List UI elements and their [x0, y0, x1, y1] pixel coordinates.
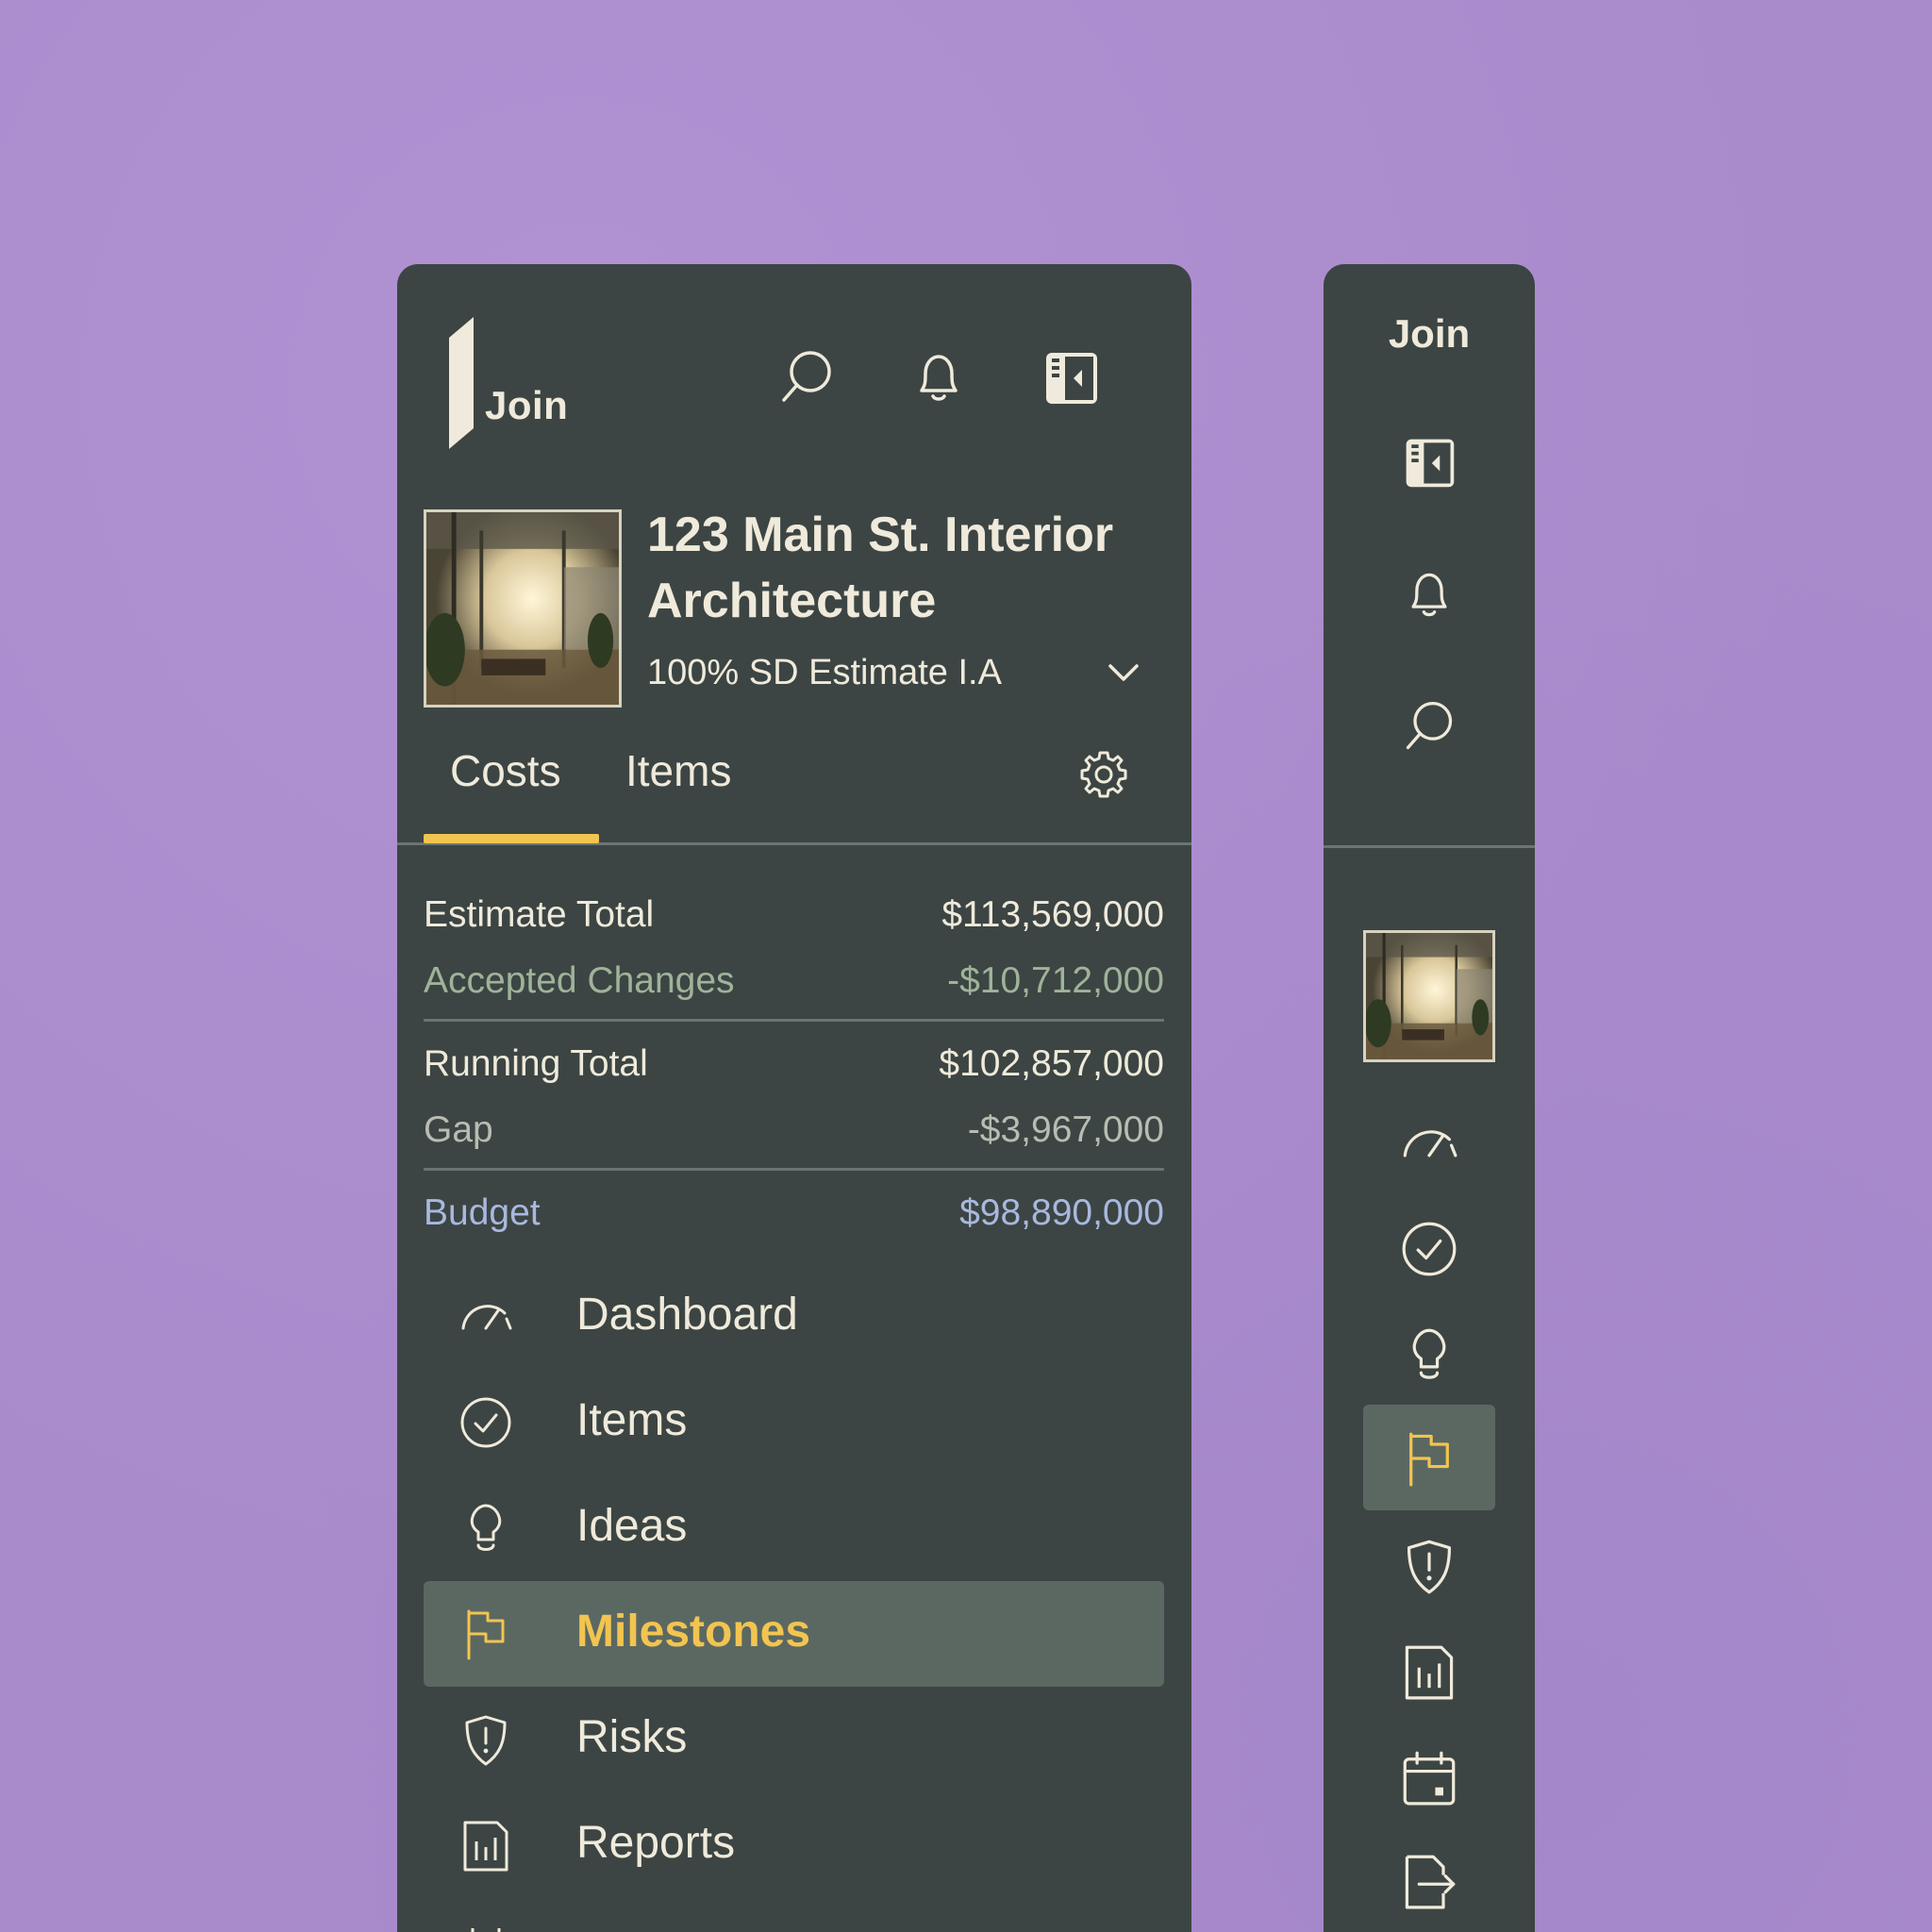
sidebar-expanded: Join 123 Main St. Interior Architecture … [397, 264, 1191, 1932]
nav-item-reports[interactable]: Reports [424, 1792, 1164, 1898]
accepted-changes-label: Accepted Changes [424, 960, 735, 1001]
export-icon[interactable] [1401, 1853, 1457, 1909]
estimate-total-row: Estimate Total $113,569,000 [424, 894, 1164, 941]
logo-text[interactable]: Join [485, 383, 568, 428]
flag-icon [467, 1609, 505, 1660]
divider [1324, 845, 1535, 848]
sidebar-collapsed: Join [1324, 264, 1535, 1932]
shield-alert-icon[interactable] [1401, 1538, 1457, 1594]
report-icon[interactable] [1401, 1643, 1457, 1700]
nav-label: Items [576, 1395, 688, 1445]
lightbulb-icon [470, 1504, 502, 1551]
calendar-icon[interactable] [1401, 1749, 1457, 1806]
calendar-icon [471, 1928, 501, 1932]
gauge-icon [461, 1305, 512, 1330]
building-interior-image [426, 512, 619, 705]
estimate-total-value: $113,569,000 [941, 894, 1164, 935]
lightbulb-icon[interactable] [1401, 1326, 1457, 1383]
nav-item-items[interactable]: Items [424, 1370, 1164, 1475]
accepted-changes-value: -$10,712,000 [947, 960, 1164, 1001]
header-spacer [1173, 264, 1191, 325]
divider [424, 1019, 1164, 1022]
nav-label: Risks [576, 1712, 688, 1762]
running-total-value: $102,857,000 [939, 1043, 1164, 1084]
estimate-selector-label[interactable]: 100% SD Estimate I.A [647, 653, 1002, 693]
logo-text[interactable]: Join [1324, 311, 1535, 357]
check-circle-icon[interactable] [1401, 1221, 1457, 1277]
search-icon[interactable] [1401, 698, 1457, 755]
bell-icon [920, 355, 958, 401]
tab-items[interactable]: Items [625, 745, 731, 796]
collapse-panel-icon [1046, 353, 1097, 404]
expand-panel-icon[interactable] [1401, 434, 1457, 491]
budget-label: Budget [424, 1192, 541, 1233]
nav-item-milestones[interactable]: Milestones [424, 1581, 1164, 1687]
search-button[interactable] [776, 347, 837, 408]
gear-icon[interactable] [1078, 749, 1129, 800]
nav-item-risks[interactable]: Risks [424, 1687, 1164, 1792]
gap-row: Gap -$3,967,000 [424, 1109, 1164, 1157]
accepted-changes-row: Accepted Changes -$10,712,000 [424, 960, 1164, 1008]
collapse-sidebar-button[interactable] [1041, 347, 1101, 408]
budget-value: $98,890,000 [959, 1192, 1164, 1233]
budget-row: Budget $98,890,000 [424, 1192, 1164, 1240]
running-total-row: Running Total $102,857,000 [424, 1043, 1164, 1091]
tab-costs[interactable]: Costs [450, 745, 561, 796]
building-interior-image [1366, 933, 1492, 1059]
nav-label: Ideas [576, 1501, 688, 1551]
flag-icon[interactable] [1401, 1430, 1457, 1487]
nav-label: Reports [576, 1818, 736, 1868]
nav-item-ideas[interactable]: Ideas [424, 1475, 1164, 1581]
shield-alert-icon [465, 1715, 507, 1766]
notifications-button[interactable] [908, 347, 969, 408]
gauge-icon[interactable] [1401, 1115, 1457, 1172]
gap-label: Gap [424, 1109, 493, 1150]
bell-icon[interactable] [1401, 566, 1457, 623]
nav-item-dashboard[interactable]: Dashboard [424, 1264, 1164, 1370]
project-thumbnail[interactable] [424, 509, 622, 708]
nav-label: Dashboard [576, 1290, 798, 1340]
search-icon [782, 351, 831, 402]
check-circle-icon [460, 1397, 511, 1448]
estimate-total-label: Estimate Total [424, 894, 655, 935]
project-title: 123 Main St. Interior Architecture [647, 508, 1114, 628]
gap-value: -$3,967,000 [967, 1109, 1164, 1150]
join-logo-mark [449, 317, 474, 449]
report-icon [463, 1821, 508, 1872]
nav-item-partial[interactable] [424, 1898, 1164, 1932]
running-total-label: Running Total [424, 1043, 648, 1084]
project-thumbnail[interactable] [1363, 930, 1495, 1062]
nav-label: Milestones [576, 1607, 811, 1657]
chevron-down-icon[interactable] [1107, 657, 1141, 691]
active-tab-indicator [424, 834, 599, 843]
divider [424, 1168, 1164, 1171]
